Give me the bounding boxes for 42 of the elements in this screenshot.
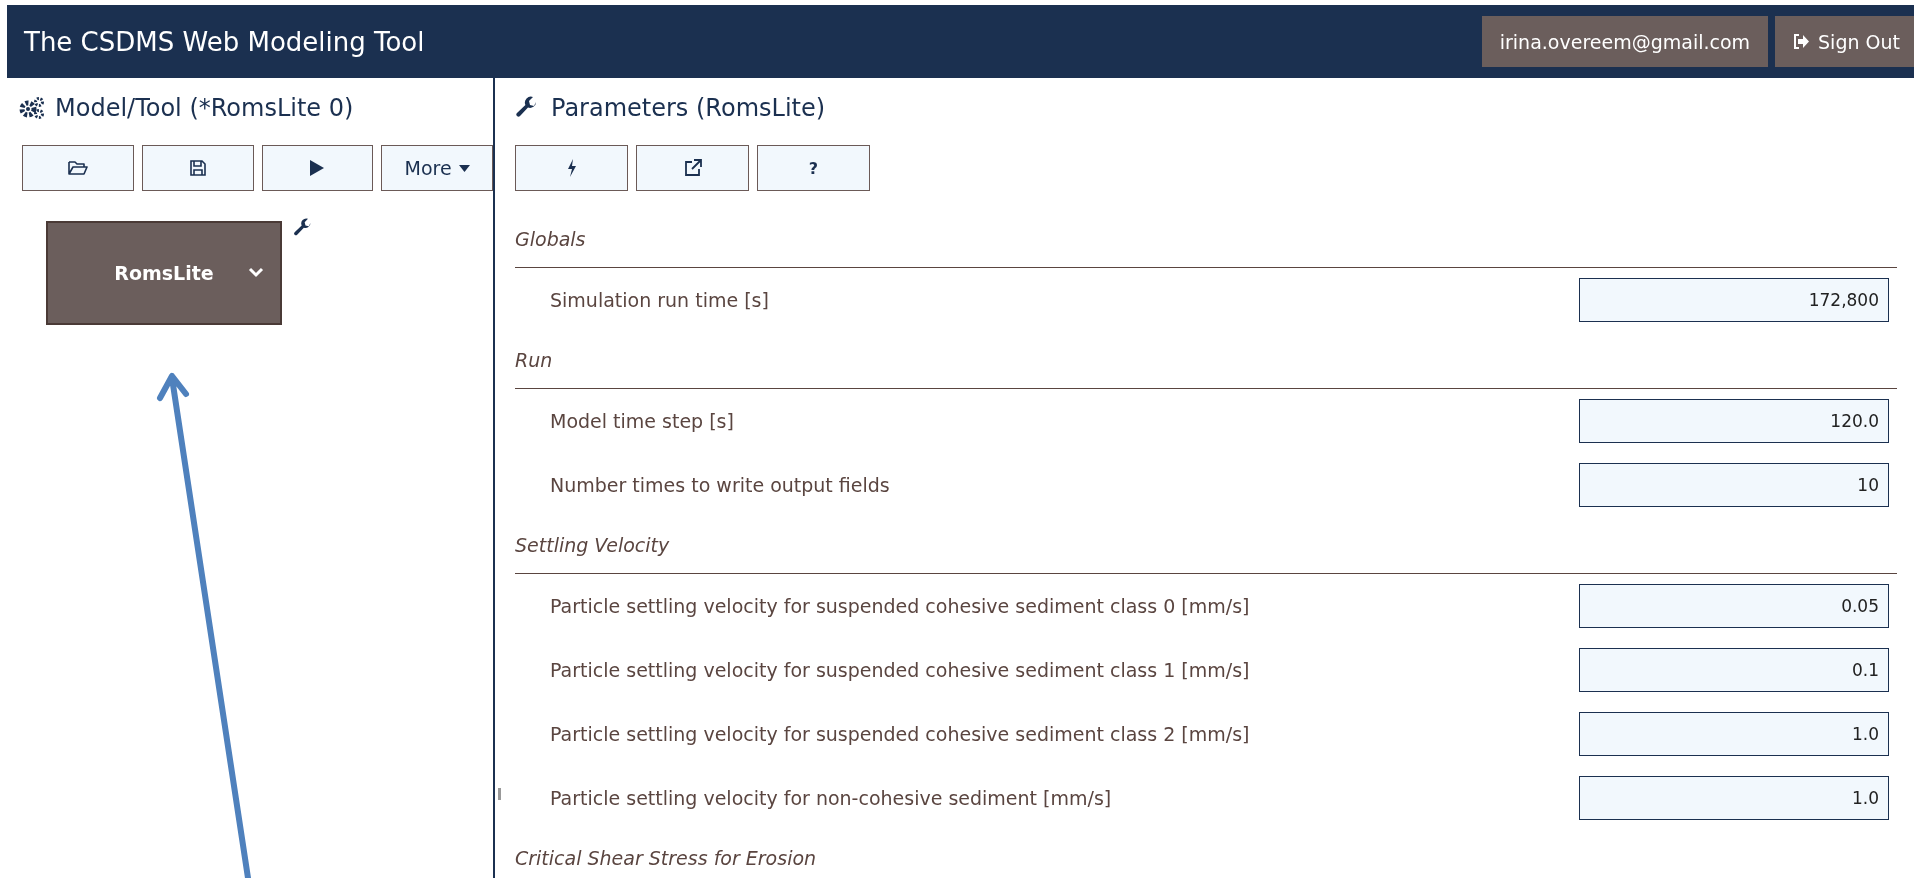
parameter-label: Particle settling velocity for suspended cohesive sediment class 0 [mm/s]	[550, 595, 1250, 617]
folder-icon	[67, 160, 88, 176]
parameter-field[interactable]: 1.0	[1579, 776, 1889, 820]
lightning-button[interactable]	[515, 145, 628, 191]
parameter-field[interactable]: 0.05	[1579, 584, 1889, 628]
parameter-label: Particle settling velocity for non-cohesive sediment [mm/s]	[550, 787, 1112, 809]
help-button[interactable]: ?	[757, 145, 870, 191]
section-heading: Settling Velocity	[515, 534, 670, 556]
external-link-icon	[683, 159, 702, 177]
play-icon	[309, 159, 326, 177]
panel-title: Model/Tool (*RomsLite 0)	[55, 94, 354, 122]
section-heading: Critical Shear Stress for Erosion	[515, 847, 817, 869]
parameter-label: Simulation run time [s]	[550, 289, 769, 311]
lightning-icon	[566, 159, 577, 177]
caret-icon	[458, 164, 470, 172]
resize-handle-icon	[498, 788, 501, 800]
parameter-field[interactable]: 1.0	[1579, 712, 1889, 756]
wrench-icon	[293, 218, 313, 238]
more-button[interactable]: More	[381, 145, 493, 191]
parameter-label: Particle settling velocity for suspended cohesive sediment class 1 [mm/s]	[550, 659, 1250, 681]
external-button[interactable]	[636, 145, 749, 191]
run-button[interactable]	[261, 145, 374, 191]
gears-icon	[19, 96, 45, 120]
model-node[interactable]: RomsLite	[46, 221, 282, 325]
open-button[interactable]	[22, 145, 134, 191]
parameter-label: Particle settling velocity for suspended cohesive sediment class 2 [mm/s]	[550, 723, 1250, 745]
app-title: The CSDMS Web Modeling Tool	[24, 26, 426, 57]
parameter-label: Model time step [s]	[550, 410, 734, 432]
parameter-field[interactable]: 120.0	[1579, 399, 1889, 443]
parameter-label: Number times to write output fields	[550, 474, 890, 496]
section-heading: Globals	[515, 228, 586, 250]
sign-out-icon	[1793, 34, 1811, 49]
wrench-icon	[515, 96, 539, 120]
chevron-down-icon	[248, 267, 264, 278]
parameter-field[interactable]: 172,800	[1579, 278, 1889, 322]
user-email-button[interactable]: irina.overeem@gmail.com	[1481, 16, 1769, 67]
save-button[interactable]	[141, 145, 254, 191]
parameter-field[interactable]: 0.1	[1579, 648, 1889, 692]
sign-out-button[interactable]: Sign Out	[1775, 16, 1914, 67]
section-heading: Run	[515, 349, 553, 371]
parameter-field[interactable]: 10	[1579, 463, 1889, 507]
panel-title: Parameters (RomsLite)	[551, 94, 826, 122]
